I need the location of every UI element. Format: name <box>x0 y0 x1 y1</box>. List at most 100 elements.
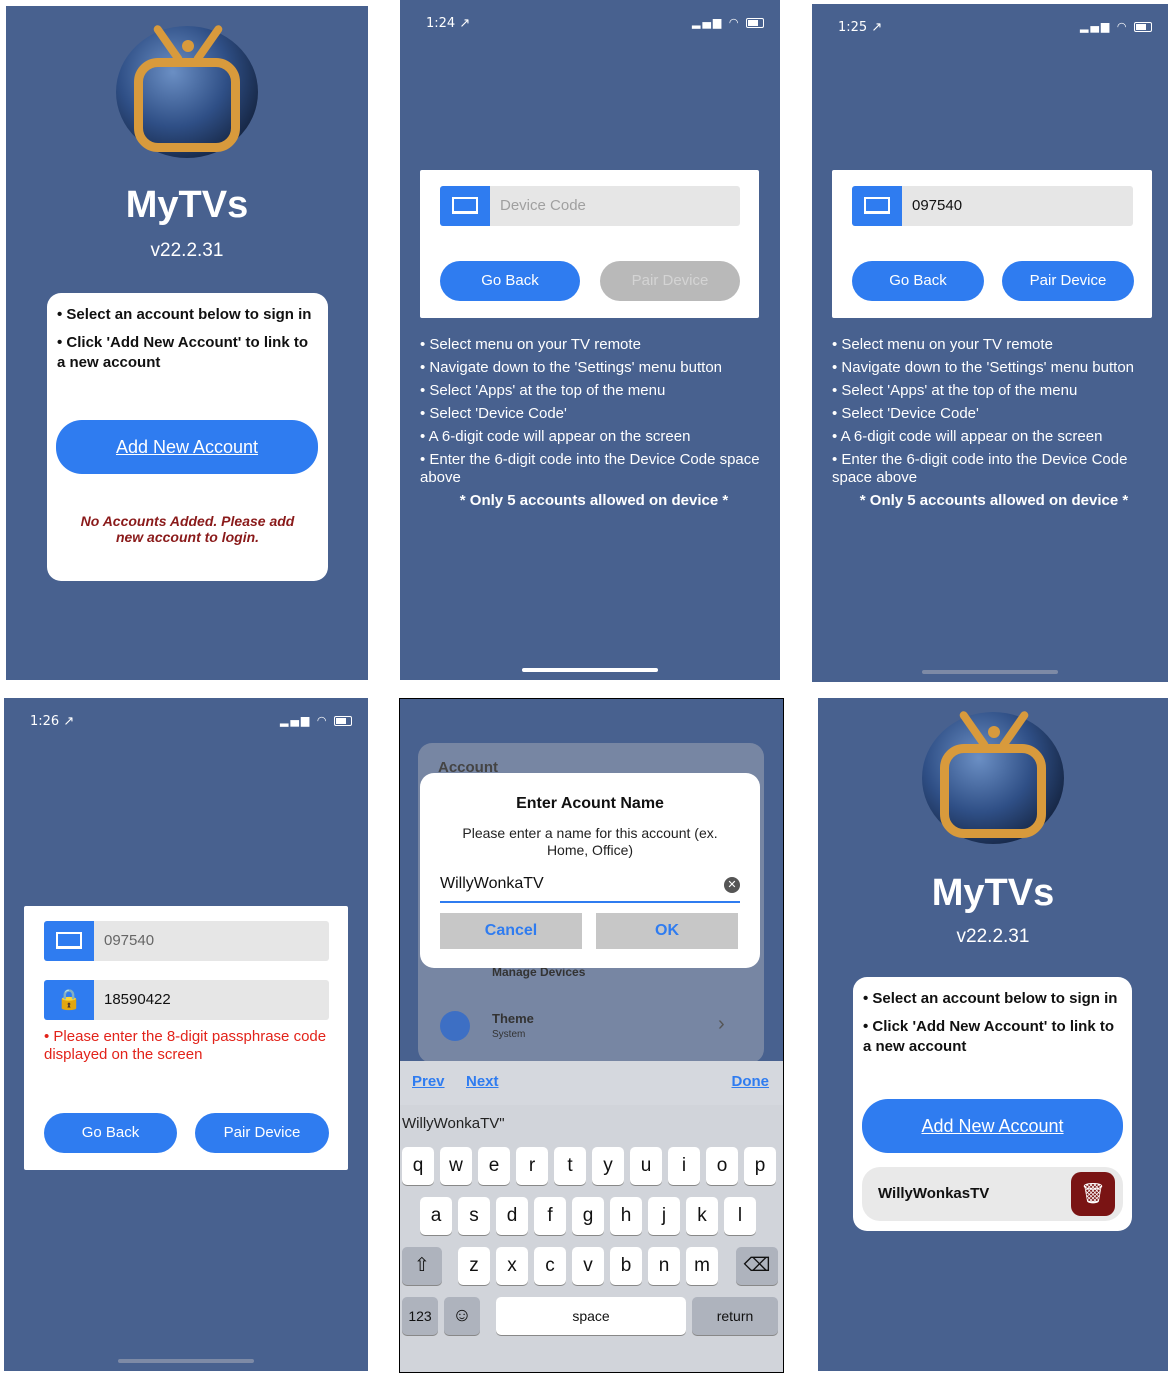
next-button[interactable]: Next <box>466 1073 499 1090</box>
key[interactable]: z <box>458 1247 490 1285</box>
key[interactable]: v <box>572 1247 604 1285</box>
instruction-line: • Click 'Add New Account' to link to a n… <box>863 1018 1115 1055</box>
app-version: v22.2.31 <box>150 240 224 261</box>
pair-device-button[interactable]: Pair Device <box>195 1113 329 1153</box>
add-new-account-button[interactable]: Add New Account <box>862 1099 1123 1153</box>
key[interactable]: x <box>496 1247 528 1285</box>
passphrase-field[interactable]: 🔒 18590422 <box>44 980 329 1020</box>
key[interactable]: p <box>744 1147 776 1185</box>
emoji-key[interactable]: ☺ <box>444 1297 480 1335</box>
home-indicator <box>522 668 658 672</box>
pair-device-button[interactable]: Pair Device <box>1002 261 1134 301</box>
key[interactable]: e <box>478 1147 510 1185</box>
key[interactable]: g <box>572 1197 604 1235</box>
status-time: 1:26 ↗ <box>30 714 75 729</box>
pair-card: 097540 Go Back Pair Device <box>832 170 1152 318</box>
key[interactable]: y <box>592 1147 624 1185</box>
key[interactable]: d <box>496 1197 528 1235</box>
pairing-steps: • Select menu on your TV remote • Naviga… <box>420 336 768 515</box>
step: • Navigate down to the 'Settings' menu b… <box>420 359 722 376</box>
key[interactable]: m <box>686 1247 718 1285</box>
key[interactable]: t <box>554 1147 586 1185</box>
go-back-button[interactable]: Go Back <box>440 261 580 301</box>
device-code-input[interactable]: 097540 <box>104 932 154 949</box>
no-accounts-message: No Accounts Added. Please add new accoun… <box>80 513 295 545</box>
instruction-line: • Select an account below to sign in <box>863 990 1118 1007</box>
step: • Navigate down to the 'Settings' menu b… <box>832 359 1134 376</box>
step: • Select 'Apps' at the top of the menu <box>832 382 1078 399</box>
device-code-field[interactable]: 097540 <box>852 186 1133 226</box>
app-title: MyTVs <box>931 872 1055 914</box>
go-back-button[interactable]: Go Back <box>852 261 984 301</box>
key[interactable]: a <box>420 1197 452 1235</box>
mytvs-logo <box>922 702 1064 844</box>
mytvs-logo <box>116 16 258 158</box>
account-name: WillyWonkasTV <box>878 1185 990 1202</box>
account-limit-note: * Only 5 accounts allowed on device * <box>859 492 1129 509</box>
step: • Enter the 6-digit code into the Device… <box>832 451 1128 486</box>
keyboard: WillyWonkaTV" q w e r t y u i o p a s d … <box>400 1105 783 1372</box>
numbers-key[interactable]: 123 <box>402 1297 438 1335</box>
key[interactable]: c <box>534 1247 566 1285</box>
ok-button[interactable]: OK <box>596 913 738 949</box>
key[interactable]: j <box>648 1197 680 1235</box>
instruction-line: • Select an account below to sign in <box>57 306 312 323</box>
prev-button[interactable]: Prev <box>412 1073 445 1090</box>
status-bar: 1:24 ↗ ▂▄▆ ◠ <box>426 16 764 34</box>
passphrase-screen: 1:26 ↗ ▂▄▆ ◠ 097540 🔒 18590422 • Please … <box>4 698 368 1371</box>
pair-screen-empty: 1:24 ↗ ▂▄▆ ◠ Device Code Go Back Pair De… <box>400 0 780 680</box>
key[interactable]: q <box>402 1147 434 1185</box>
account-name-dialog-screen: Account Manage Devices Theme System › En… <box>399 698 784 1373</box>
step: • Select 'Device Code' <box>832 405 979 422</box>
device-code-field[interactable]: Device Code <box>440 186 740 226</box>
pair-device-button[interactable]: Pair Device <box>600 261 740 301</box>
clear-icon[interactable]: ✕ <box>724 877 740 893</box>
key[interactable]: u <box>630 1147 662 1185</box>
delete-account-button[interactable]: 🗑 <box>1071 1172 1115 1216</box>
keyboard-toolbar: Prev Next Done <box>400 1061 783 1105</box>
palette-icon <box>440 1011 470 1041</box>
key[interactable]: l <box>724 1197 756 1235</box>
device-code-input[interactable]: 097540 <box>912 197 962 214</box>
passphrase-hint: • Please enter the 8-digit passphrase co… <box>44 1028 327 1063</box>
suggestion[interactable]: WillyWonkaTV" <box>402 1115 505 1132</box>
go-back-button[interactable]: Go Back <box>44 1113 177 1153</box>
status-time: 1:25 ↗ <box>838 20 883 35</box>
device-code-field[interactable]: 097540 <box>44 921 329 961</box>
status-time: 1:24 ↗ <box>426 16 471 31</box>
key[interactable]: s <box>458 1197 490 1235</box>
key[interactable]: b <box>610 1247 642 1285</box>
passphrase-input[interactable]: 18590422 <box>104 991 171 1008</box>
key[interactable]: o <box>706 1147 738 1185</box>
key[interactable]: w <box>440 1147 472 1185</box>
account-limit-note: * Only 5 accounts allowed on device * <box>459 492 729 509</box>
return-key[interactable]: return <box>692 1297 778 1335</box>
pair-card: 097540 🔒 18590422 • Please enter the 8-d… <box>24 906 348 1170</box>
account-row[interactable]: WillyWonkasTV 🗑 <box>862 1167 1123 1221</box>
menu-theme-value: System <box>492 1029 526 1040</box>
cancel-button[interactable]: Cancel <box>440 913 582 949</box>
key[interactable]: h <box>610 1197 642 1235</box>
key[interactable]: k <box>686 1197 718 1235</box>
step: • Select menu on your TV remote <box>832 336 1053 353</box>
space-key[interactable]: space <box>496 1297 686 1335</box>
account-name-input[interactable]: WillyWonkaTV ✕ <box>440 875 740 903</box>
device-code-input[interactable]: Device Code <box>500 197 586 214</box>
key[interactable]: r <box>516 1147 548 1185</box>
lock-icon: 🔒 <box>44 980 94 1020</box>
welcome-screen: MyTVs v22.2.31 • Select an account below… <box>6 6 368 680</box>
instructions: • Select an account below to sign in • C… <box>863 989 1122 1065</box>
step: • A 6-digit code will appear on the scre… <box>832 428 1103 445</box>
dialog-message: Please enter a name for this account (ex… <box>462 825 718 858</box>
step: • Select menu on your TV remote <box>420 336 641 353</box>
key[interactable]: n <box>648 1247 680 1285</box>
backspace-key[interactable]: ⌫ <box>736 1247 778 1285</box>
done-button[interactable]: Done <box>732 1073 770 1090</box>
key[interactable]: f <box>534 1197 566 1235</box>
key[interactable]: i <box>668 1147 700 1185</box>
shift-key[interactable]: ⇧ <box>402 1247 442 1285</box>
add-new-account-button[interactable]: Add New Account <box>56 420 318 474</box>
chevron-right-icon: › <box>718 1013 725 1035</box>
status-bar: 1:25 ↗ ▂▄▆ ◠ <box>838 20 1152 38</box>
account-card: • Select an account below to sign in • C… <box>47 293 328 581</box>
